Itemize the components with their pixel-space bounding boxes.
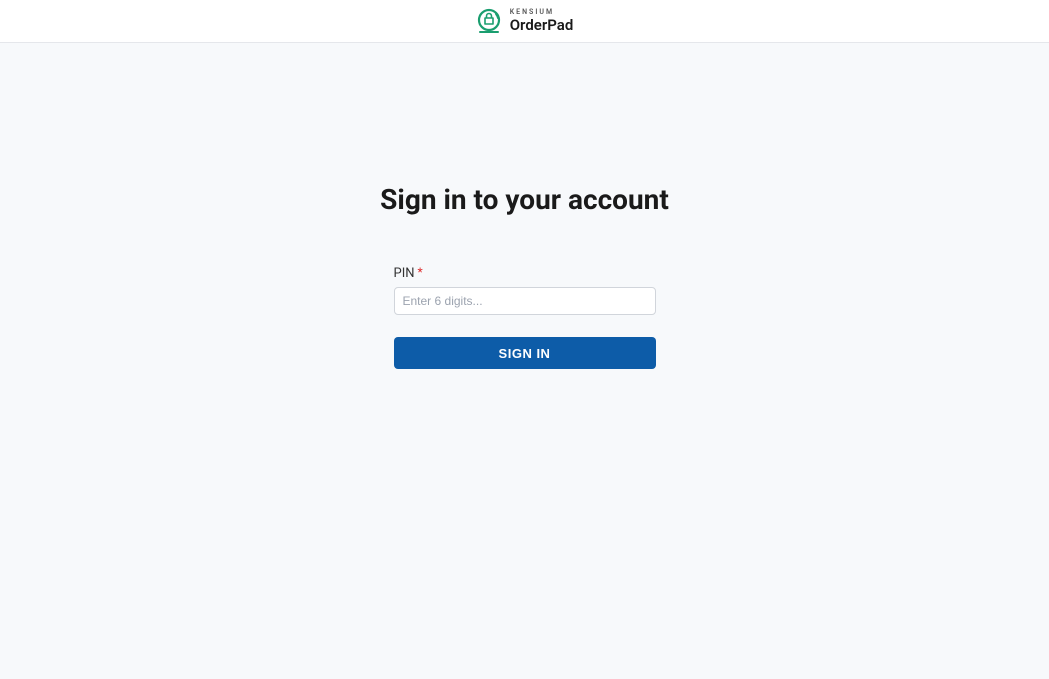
pin-label-row: PIN * — [394, 266, 656, 281]
logo-product-text: OrderPad — [510, 18, 574, 33]
page-title: Sign in to your account — [380, 183, 669, 216]
logo-text: KENSIUM OrderPad — [510, 9, 574, 33]
signin-form: PIN * SIGN IN — [394, 266, 656, 369]
required-indicator: * — [418, 266, 423, 278]
orderpad-logo-icon — [476, 8, 502, 34]
main-content: Sign in to your account PIN * SIGN IN — [0, 43, 1049, 369]
logo-brand-text: KENSIUM — [510, 9, 574, 16]
signin-button[interactable]: SIGN IN — [394, 337, 656, 369]
pin-input[interactable] — [394, 287, 656, 315]
app-header: KENSIUM OrderPad — [0, 0, 1049, 43]
pin-label: PIN — [394, 266, 415, 281]
logo: KENSIUM OrderPad — [476, 8, 574, 34]
